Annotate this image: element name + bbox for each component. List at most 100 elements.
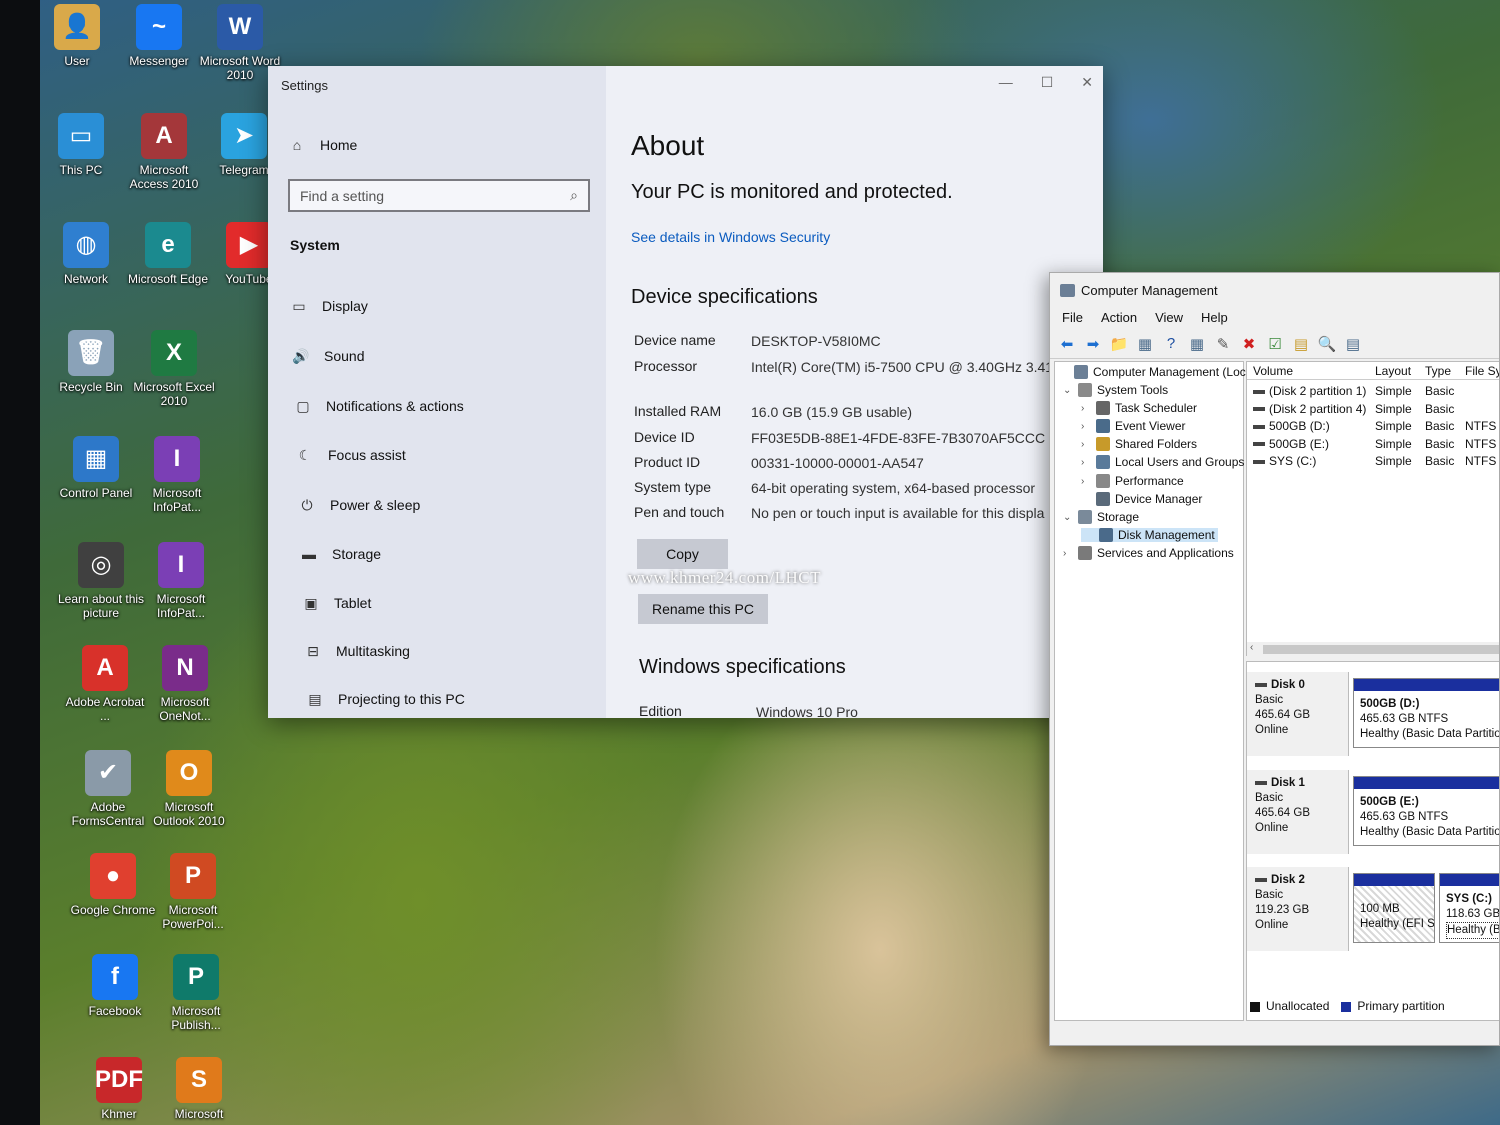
column-header[interactable]: Type (1425, 364, 1451, 378)
partition-block[interactable]: 500GB (E:) 465.63 GB NTFS Healthy (Basic D… (1353, 776, 1499, 846)
computer-management-window[interactable]: Computer Management File Action View Help ⬅… (1049, 272, 1500, 1046)
desktop-icon[interactable]: ~ Messenger (115, 4, 203, 68)
volume-name: (Disk 2 partition 4) (1269, 401, 1367, 416)
toolbar-button-icon[interactable]: ▤ (1344, 335, 1362, 353)
nav-item[interactable]: ☾ Focus assist (296, 443, 406, 467)
desktop-icon[interactable]: PDF Khmer (75, 1057, 163, 1121)
tree-node-label: Task Scheduler (1115, 401, 1198, 415)
scroll-thumb[interactable] (1263, 645, 1499, 654)
search-input[interactable]: Find a setting ⌕ (288, 179, 590, 212)
desktop-icon[interactable]: P Microsoft PowerPoi... (149, 853, 237, 931)
tree-node[interactable]: › Shared Folders (1081, 437, 1197, 451)
volume-name: (Disk 2 partition 1) (1269, 384, 1367, 398)
desktop-icon[interactable]: f Facebook (71, 954, 159, 1018)
desktop-icon[interactable]: 👤 User (33, 4, 121, 68)
nav-home[interactable]: ⌂ Home (288, 133, 358, 157)
tree-node[interactable]: Disk Management (1081, 528, 1218, 542)
tree-node[interactable]: › Services and Applications (1063, 546, 1234, 560)
menu-item[interactable]: Help (1201, 310, 1228, 325)
settings-window[interactable]: Settings ⌂ Home Find a setting ⌕ System … (268, 66, 1103, 718)
desktop-icon[interactable]: ▦ Control Panel (52, 436, 140, 500)
desktop-icon[interactable]: X Microsoft Excel 2010 (130, 330, 218, 408)
disk-legend: Unallocated Primary partition (1250, 999, 1445, 1013)
spec-value: 16.0 GB (15.9 GB usable) (751, 404, 913, 420)
app-icon: PDF (95, 1057, 143, 1103)
nav-item[interactable]: ⊟ Multitasking (304, 639, 410, 663)
tree-node[interactable]: › Performance (1081, 474, 1184, 488)
toolbar-button-icon[interactable]: 🔍 (1318, 335, 1337, 353)
scroll-left-arrow[interactable]: ‹ (1250, 642, 1253, 653)
desktop-icon[interactable]: S Microsoft (155, 1057, 243, 1121)
expand-arrow-icon[interactable]: › (1081, 457, 1091, 468)
table-row[interactable]: (Disk 2 partition 1) Simple Basic (1247, 382, 1499, 399)
copy-button[interactable]: Copy (637, 539, 728, 569)
desktop-icon[interactable]: ● Google Chrome (69, 853, 157, 917)
desktop-icon[interactable]: N Microsoft OneNot... (141, 645, 229, 723)
toolbar-button-icon[interactable]: ✖ (1240, 335, 1258, 353)
partition-block-efi[interactable]: 100 MB Healthy (EFI S (1353, 873, 1435, 943)
volume-horizontal-scrollbar[interactable]: ‹ (1247, 642, 1499, 656)
toolbar-button-icon[interactable]: 📁 (1110, 335, 1129, 353)
table-row[interactable]: SYS (C:) Simple Basic NTFS (1247, 452, 1499, 469)
toolbar-button-icon[interactable]: ☑ (1266, 335, 1284, 353)
tree-node[interactable]: Computer Management (Local (1059, 365, 1255, 379)
tree-node[interactable]: › Event Viewer (1081, 419, 1185, 433)
security-link[interactable]: See details in Windows Security (631, 229, 830, 245)
desktop-icon[interactable]: O Microsoft Outlook 2010 (145, 750, 233, 828)
menu-item[interactable]: Action (1101, 310, 1137, 325)
desktop-icon[interactable]: ◎ Learn about this picture (57, 542, 145, 620)
column-header[interactable]: File Sy (1465, 364, 1499, 378)
desktop-icon[interactable]: I Microsoft InfoPat... (137, 542, 225, 620)
tree-node[interactable]: › Local Users and Groups (1081, 455, 1244, 469)
expand-arrow-icon[interactable]: › (1081, 476, 1091, 487)
column-header[interactable]: Volume (1253, 364, 1293, 378)
expand-arrow-icon[interactable]: ⌄ (1063, 385, 1073, 396)
nav-item[interactable]: ▤ Projecting to this PC (306, 687, 464, 711)
toolbar-button-icon[interactable]: ▦ (1188, 335, 1206, 353)
tree-node[interactable]: ⌄ System Tools (1063, 383, 1168, 397)
partition-block[interactable]: 500GB (D:) 465.63 GB NTFS Healthy (Basic D… (1353, 678, 1499, 748)
toolbar-button-icon[interactable]: ➡ (1084, 335, 1102, 353)
desktop-icon-label: Network (63, 272, 108, 286)
column-header[interactable]: Layout (1375, 364, 1411, 378)
menu-item[interactable]: File (1062, 310, 1083, 325)
desktop-icon[interactable]: A Microsoft Access 2010 (120, 113, 208, 191)
menu-item[interactable]: View (1155, 310, 1183, 325)
desktop-icon[interactable]: A Adobe Acrobat ... (61, 645, 149, 723)
desktop-icon[interactable]: e Microsoft Edge (124, 222, 212, 286)
partition-block-sys[interactable]: SYS (C:) 118.63 GB N Healthy (Bo (1439, 873, 1499, 943)
rename-pc-button[interactable]: Rename this PC (638, 594, 768, 624)
tree-node[interactable]: ⌄ Storage (1063, 510, 1139, 524)
disk-label[interactable]: Disk 0 Basic 465.64 GB Online (1247, 672, 1349, 756)
app-icon: W (217, 4, 263, 50)
nav-item[interactable]: ▢ Notifications & actions (294, 394, 463, 418)
disk-label[interactable]: Disk 1 Basic 465.64 GB Online (1247, 770, 1349, 854)
nav-item[interactable]: ▭ Display (290, 294, 368, 318)
expand-arrow-icon[interactable]: ⌄ (1063, 512, 1073, 523)
nav-item[interactable]: ▬ Storage (300, 542, 381, 566)
expand-arrow-icon[interactable]: › (1081, 403, 1091, 414)
desktop-icon[interactable]: ✔ Adobe FormsCentral (64, 750, 152, 828)
expand-arrow-icon[interactable]: › (1081, 439, 1091, 450)
desktop-icon[interactable]: ◍ Network (42, 222, 130, 286)
toolbar-button-icon[interactable]: ✎ (1214, 335, 1232, 353)
nav-item[interactable]: ▣ Tablet (302, 591, 371, 615)
tree-node[interactable]: › Task Scheduler (1081, 401, 1197, 415)
table-row[interactable]: 500GB (D:) Simple Basic NTFS (1247, 417, 1499, 434)
table-row[interactable]: 500GB (E:) Simple Basic NTFS (1247, 435, 1499, 452)
expand-arrow-icon[interactable]: › (1063, 548, 1073, 559)
expand-arrow-icon[interactable]: › (1081, 421, 1091, 432)
toolbar-button-icon[interactable]: ▦ (1136, 335, 1154, 353)
desktop-icon[interactable]: 🗑 Recycle Bin (47, 330, 135, 394)
toolbar-button-icon[interactable]: ? (1162, 335, 1180, 353)
nav-item[interactable]: ⏻ Power & sleep (298, 493, 420, 517)
disk-label[interactable]: Disk 2 Basic 119.23 GB Online (1247, 867, 1349, 951)
toolbar-button-icon[interactable]: ⬅ (1058, 335, 1076, 353)
desktop-icon[interactable]: ▭ This PC (37, 113, 125, 177)
table-row[interactable]: (Disk 2 partition 4) Simple Basic (1247, 400, 1499, 417)
tree-node[interactable]: Device Manager (1081, 492, 1202, 506)
nav-item[interactable]: 🔊 Sound (292, 344, 364, 368)
desktop-icon[interactable]: P Microsoft Publish... (152, 954, 240, 1032)
desktop-icon[interactable]: I Microsoft InfoPat... (133, 436, 221, 514)
toolbar-button-icon[interactable]: ▤ (1292, 335, 1310, 353)
